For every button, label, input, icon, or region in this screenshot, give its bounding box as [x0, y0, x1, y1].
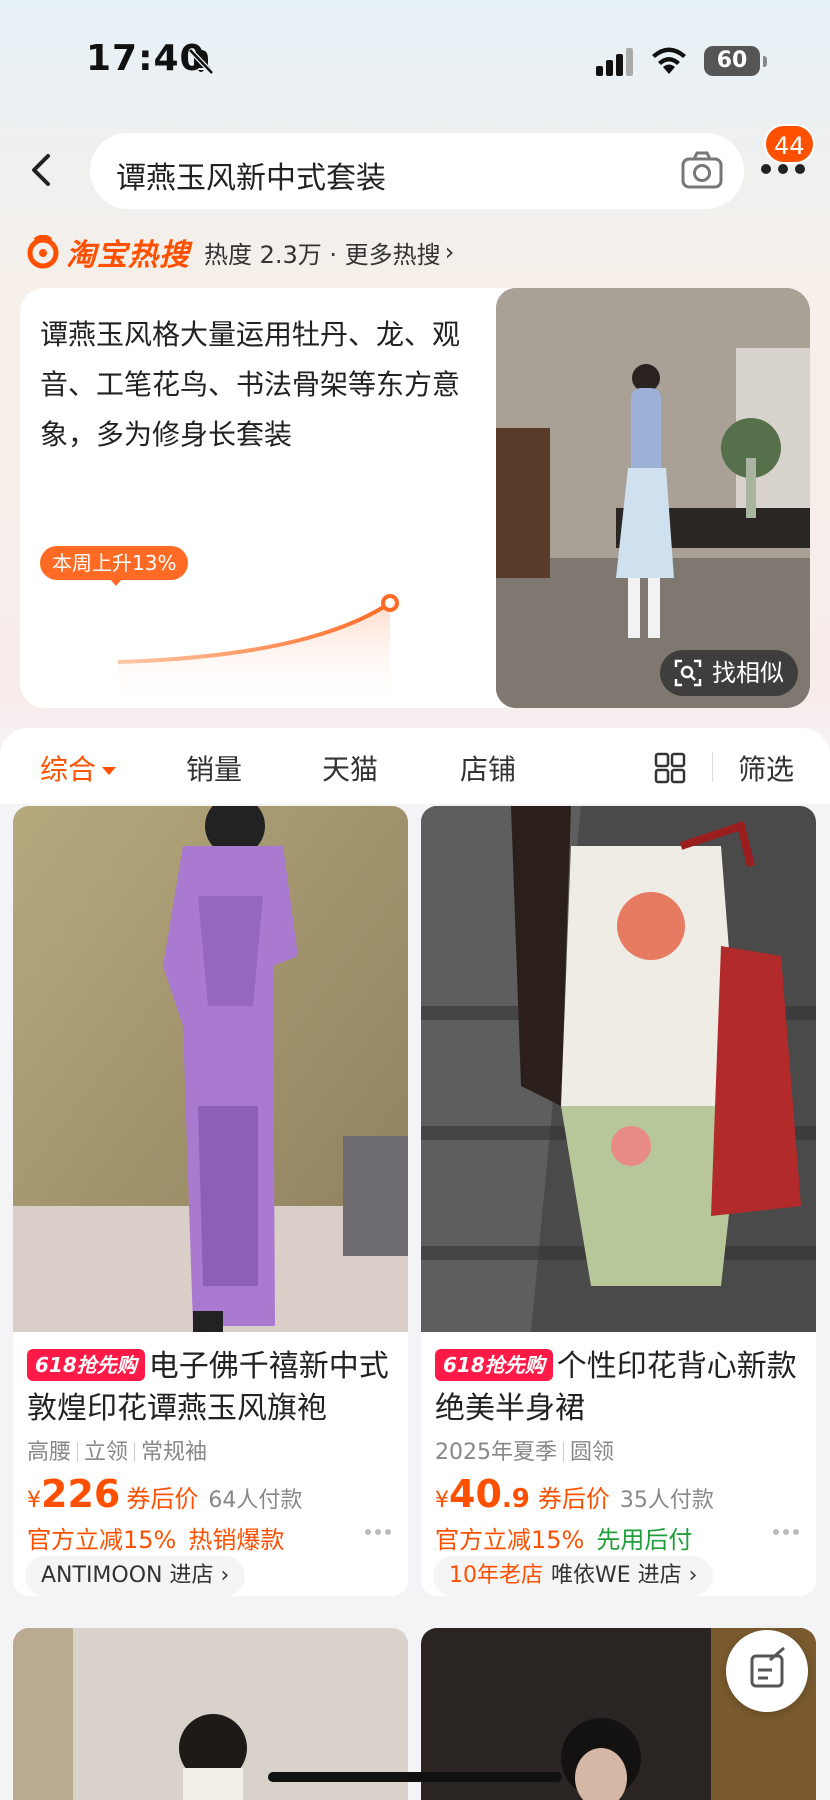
more-options-icon[interactable]: [772, 1528, 800, 1536]
wifi-icon: [652, 47, 686, 74]
paid-count: 35人付款: [619, 1488, 714, 1513]
promo-tag-618: 618抢先购: [27, 1349, 145, 1381]
sort-sales[interactable]: 销量: [186, 748, 242, 788]
product-image: [421, 806, 816, 1332]
product-title[interactable]: 618抢先购 个性印花背心新款绝美半身裙: [435, 1346, 807, 1430]
after-coupon-label: 券后价: [537, 1485, 610, 1513]
product-attributes: 2025年夏季 圆领: [435, 1434, 614, 1466]
chevron-right-icon: ›: [444, 238, 455, 266]
store-link[interactable]: 10年老店 唯依WE 进店 ›: [433, 1556, 714, 1596]
promo-pay-later: 先用后付: [596, 1526, 693, 1554]
attr-separator: [563, 1442, 564, 1462]
model-photo-image: [496, 288, 810, 708]
old-store-badge: 10年老店: [449, 1563, 543, 1588]
price-row: ¥ 226 券后价 64人付款: [27, 1472, 302, 1516]
sort-comprehensive[interactable]: 综合: [40, 748, 117, 788]
hot-search-brand: 淘宝热搜: [66, 238, 190, 273]
sort-tmall[interactable]: 天猫: [322, 748, 378, 788]
edit-note-icon: [750, 1646, 785, 1688]
currency-symbol: ¥: [435, 1488, 449, 1513]
caret-down-icon: [102, 767, 117, 775]
promo-hot: 热销爆款: [188, 1526, 285, 1554]
product-card[interactable]: 618抢先购 电子佛千禧新中式敦煌印花谭燕玉风旗袍 高腰 立领 常规袖 ¥ 226 券…: [13, 806, 408, 1596]
product-attr: 高腰: [27, 1440, 72, 1465]
promo-discount: 官方立减15%: [435, 1526, 585, 1554]
trend-curve: [117, 594, 399, 708]
sort-store[interactable]: 店铺: [460, 748, 516, 788]
hot-search-card[interactable]: 谭燕玉风格大量运用牡丹、龙、观音、工笔花鸟、书法骨架等东方意象，多为修身长套装 …: [20, 288, 810, 708]
find-similar-label: 找相似: [712, 659, 784, 687]
hot-search-row[interactable]: 淘宝热搜 热度 2.3万 · 更多热搜 ›: [26, 232, 455, 273]
feedback-button[interactable]: [726, 1630, 808, 1712]
attr-separator: [77, 1442, 79, 1462]
message-count-badge: 44: [764, 124, 815, 164]
product-price: 226: [41, 1472, 121, 1516]
promo-tag-618: 618抢先购: [435, 1349, 553, 1381]
store-link[interactable]: ANTIMOON 进店 ›: [25, 1556, 246, 1596]
product-card[interactable]: 618抢先购 个性印花背心新款绝美半身裙 2025年夏季 圆领 ¥ 40 .9 券后…: [421, 806, 816, 1596]
status-bar: 17:40 60: [0, 0, 830, 120]
search-bar[interactable]: 谭燕玉风新中式套装: [90, 133, 744, 209]
home-indicator[interactable]: [268, 1772, 562, 1782]
product-attr: 常规袖: [141, 1440, 208, 1465]
scan-similar-icon: [674, 659, 702, 687]
currency-symbol: ¥: [27, 1488, 41, 1513]
paid-count: 64人付款: [208, 1488, 303, 1513]
product-price-decimal: .9: [501, 1484, 530, 1514]
filter-button[interactable]: 筛选: [738, 748, 794, 788]
back-arrow-icon[interactable]: [26, 150, 56, 190]
search-query[interactable]: 谭燕玉风新中式套装: [116, 153, 386, 197]
promo-row: 官方立减15% 热销爆款: [27, 1520, 296, 1555]
product-attr: 圆领: [570, 1440, 615, 1465]
camera-icon[interactable]: [680, 149, 724, 191]
hot-search-meta[interactable]: 热度 2.3万 · 更多热搜: [204, 235, 441, 270]
product-attr: 立领: [84, 1440, 129, 1465]
promo-discount: 官方立减15%: [27, 1526, 177, 1554]
promo-row: 官方立减15% 先用后付: [435, 1520, 692, 1555]
product-price: 40: [449, 1472, 502, 1516]
more-options-icon[interactable]: [364, 1528, 392, 1536]
battery-indicator: 60: [704, 46, 767, 76]
mute-bell-icon: [188, 48, 214, 75]
cellular-signal-icon: [596, 48, 633, 76]
more-icon[interactable]: [760, 162, 806, 176]
find-similar-button[interactable]: 找相似: [660, 650, 798, 696]
product-attributes: 高腰 立领 常规袖: [27, 1434, 207, 1466]
hot-search-description: 谭燕玉风格大量运用牡丹、龙、观音、工笔花鸟、书法骨架等东方意象，多为修身长套装: [40, 318, 461, 451]
product-title[interactable]: 618抢先购 电子佛千禧新中式敦煌印花谭燕玉风旗袍: [27, 1346, 399, 1430]
product-image: [13, 806, 408, 1332]
after-coupon-label: 券后价: [126, 1485, 199, 1513]
grid-view-icon[interactable]: [654, 752, 686, 784]
price-row: ¥ 40 .9 券后价 35人付款: [435, 1472, 714, 1516]
taobao-hot-logo-icon: [27, 235, 59, 269]
product-attr: 2025年夏季: [435, 1440, 557, 1465]
sort-divider: [712, 752, 713, 782]
hot-search-photo[interactable]: 找相似: [496, 288, 810, 708]
store-name: ANTIMOON 进店 ›: [41, 1563, 230, 1588]
store-name: 唯依WE 进店 ›: [551, 1563, 698, 1588]
attr-separator: [134, 1442, 136, 1462]
sort-comprehensive-label: 综合: [40, 753, 97, 786]
sort-bar: 综合 销量 天猫 店铺 筛选: [0, 728, 830, 804]
